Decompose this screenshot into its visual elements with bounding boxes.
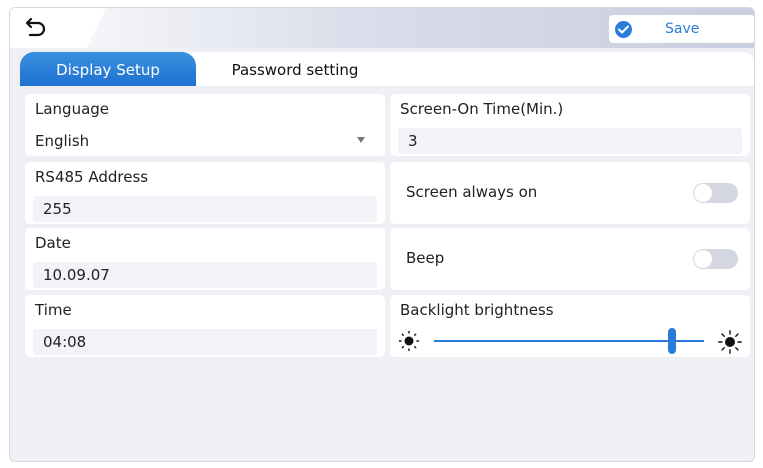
screen-on-time-label: Screen-On Time(Min.) [400,100,564,118]
header-bar: Save [10,8,754,48]
time-card: Time 04:08 [25,295,385,357]
check-circle-icon [615,21,632,38]
date-card: Date 10.09.07 [25,228,385,290]
save-button[interactable]: Save [609,15,754,43]
screen-always-on-card: Screen always on [390,162,750,224]
screen-always-on-toggle[interactable] [693,183,738,203]
rs485-card: RS485 Address 255 [25,162,385,224]
beep-card: Beep [390,228,750,290]
slider-thumb[interactable] [667,328,676,354]
dropdown-arrow-icon [357,137,365,143]
date-label: Date [35,234,71,252]
backlight-card: Backlight brightness [390,295,750,357]
language-label: Language [35,100,110,118]
date-input[interactable]: 10.09.07 [33,262,377,288]
backlight-slider-row [398,327,742,355]
beep-label: Beep [406,249,445,267]
language-card: Language English [25,94,385,156]
screen-on-time-input[interactable]: 3 [398,128,742,154]
language-select[interactable]: English [33,128,377,154]
time-input[interactable]: 04:08 [33,329,377,355]
backlight-slider[interactable] [434,328,704,354]
app-frame: Save Display Setup Password setting Lang… [9,7,755,462]
tab-bar: Display Setup Password setting [20,52,754,86]
brightness-high-icon [718,330,742,354]
brightness-low-icon [398,330,420,352]
toggle-knob [694,184,712,202]
tab-display-setup[interactable]: Display Setup [20,52,196,86]
toggle-knob [694,250,712,268]
screen-always-on-label: Screen always on [406,183,538,201]
screen-on-time-card: Screen-On Time(Min.) 3 [390,94,750,156]
time-label: Time [35,301,72,319]
tab-password-setting[interactable]: Password setting [210,52,380,86]
save-label: Save [665,21,700,37]
back-arrow-icon [25,17,46,37]
beep-toggle[interactable] [693,249,738,269]
back-button[interactable] [10,8,106,48]
rs485-label: RS485 Address [35,168,149,186]
rs485-input[interactable]: 255 [33,196,377,222]
backlight-label: Backlight brightness [400,301,554,319]
language-value: English [35,132,90,150]
